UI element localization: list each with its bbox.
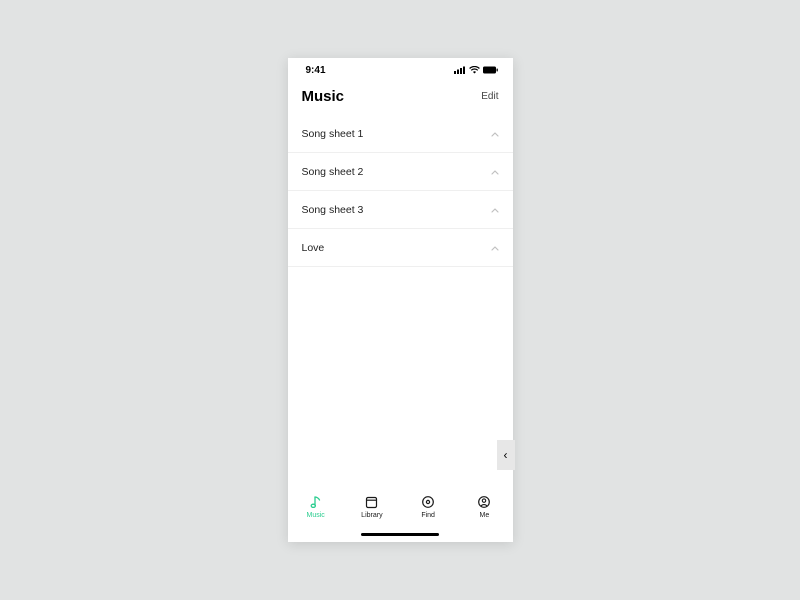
home-indicator[interactable] [361,533,439,536]
wifi-icon [469,66,480,74]
chevron-up-icon [491,166,499,178]
header: Music Edit [288,82,513,115]
tab-label: Find [421,512,435,519]
battery-icon [483,66,499,74]
status-time: 9:41 [306,65,326,76]
status-indicators [454,66,499,74]
playlist-name: Song sheet 3 [302,204,364,216]
side-drawer-handle[interactable]: ‹ [497,440,515,470]
tab-bar: Music Library Find [288,488,513,542]
tab-music[interactable]: Music [291,494,341,519]
page-title: Music [302,88,345,105]
chevron-left-icon: ‹ [504,448,508,462]
person-icon [477,494,491,510]
tab-label: Me [480,512,490,519]
find-icon [421,494,435,510]
phone-frame: 9:41 Music Edit Song sheet 1 [288,58,513,542]
tab-library[interactable]: Library [347,494,397,519]
tab-label: Library [361,512,382,519]
signal-icon [454,66,466,74]
playlist-row[interactable]: Love [288,229,513,267]
library-icon [365,494,378,510]
playlist-name: Song sheet 1 [302,128,364,140]
edit-button[interactable]: Edit [481,91,498,102]
music-note-icon [309,494,323,510]
tab-find[interactable]: Find [403,494,453,519]
playlist-name: Love [302,242,325,254]
chevron-up-icon [491,242,499,254]
playlist-row[interactable]: Song sheet 2 [288,153,513,191]
tab-label: Music [306,512,324,519]
tab-me[interactable]: Me [459,494,509,519]
chevron-up-icon [491,128,499,140]
playlist-list: Song sheet 1 Song sheet 2 Song sheet 3 L… [288,115,513,488]
playlist-row[interactable]: Song sheet 3 [288,191,513,229]
chevron-up-icon [491,204,499,216]
playlist-row[interactable]: Song sheet 1 [288,115,513,153]
status-bar: 9:41 [288,58,513,82]
playlist-name: Song sheet 2 [302,166,364,178]
